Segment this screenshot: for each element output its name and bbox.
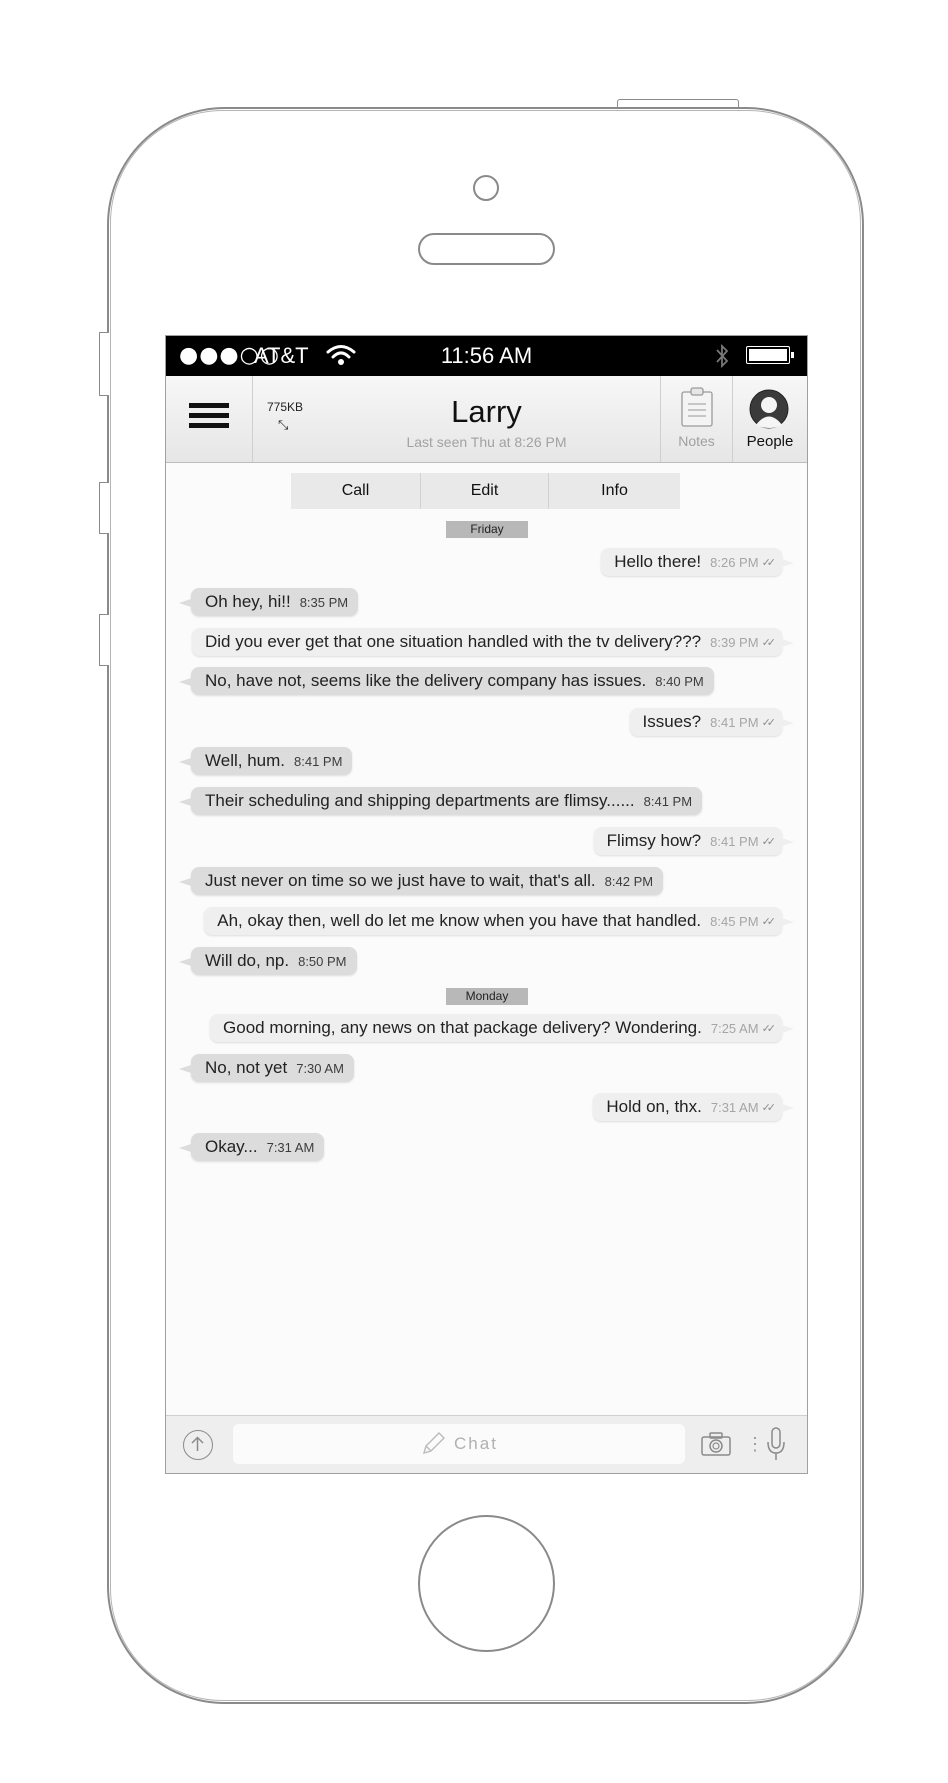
front-camera	[473, 175, 499, 201]
day-separator-friday: Friday	[446, 521, 528, 538]
read-receipt-icon: ✓✓	[761, 1021, 777, 1035]
incoming-message[interactable]: Will do, np. 8:50 PM	[179, 947, 357, 975]
message-text: Flimsy how?	[606, 831, 702, 850]
message-time: 7:25 AM	[710, 1020, 759, 1036]
incoming-message[interactable]: Oh hey, hi!! 8:35 PM	[178, 588, 359, 616]
volume-down-button	[99, 614, 109, 666]
message-time: 8:42 PM	[604, 873, 654, 889]
outgoing-message[interactable]: Issues? 8:41 PM ✓✓	[629, 708, 795, 736]
message-text: Their scheduling and shipping department…	[205, 791, 635, 810]
composer-separator: ⋮	[746, 1434, 764, 1454]
clipboard-icon	[681, 387, 713, 427]
mute-switch	[99, 332, 109, 396]
message-text: Oh hey, hi!!	[205, 592, 291, 611]
outgoing-message[interactable]: Ah, okay then, well do let me know when …	[204, 907, 794, 935]
status-time: 11:56 AM	[440, 343, 533, 368]
incoming-message[interactable]: Just never on time so we just have to wa…	[178, 867, 664, 895]
message-time: 8:41 PM	[294, 753, 343, 769]
incoming-message[interactable]: Okay... 7:31 AM	[178, 1133, 325, 1161]
message-text: Just never on time so we just have to wa…	[205, 871, 596, 890]
message-time: 7:30 AM	[296, 1060, 344, 1076]
message-time: 8:39 PM	[710, 634, 759, 650]
message-time: 8:41 PM	[710, 714, 759, 730]
message-text: Okay...	[205, 1137, 258, 1156]
people-button[interactable]: People	[732, 376, 807, 462]
message-text: No, have not, seems like the delivery co…	[205, 671, 647, 690]
chat-header: 775KB ⤡ Larry Last seen Thu at 8:26 PM N…	[166, 376, 807, 463]
incoming-message[interactable]: No, not yet 7:30 AM	[179, 1054, 354, 1082]
power-button	[617, 99, 739, 109]
chat-placeholder: Chat	[454, 1434, 498, 1453]
battery-icon	[746, 346, 794, 364]
read-receipt-icon: ✓✓	[761, 555, 777, 569]
read-receipt-icon: ✓✓	[761, 635, 777, 649]
microphone-icon[interactable]	[766, 1427, 786, 1461]
message-time: 8:40 PM	[655, 673, 704, 689]
message-text: Hello there!	[614, 552, 702, 571]
outgoing-message[interactable]: Good morning, any news on that package d…	[210, 1014, 794, 1042]
arrow-up-circle-icon[interactable]	[183, 1430, 213, 1460]
bluetooth-icon	[716, 343, 729, 369]
chat-input[interactable]: Chat	[233, 1424, 685, 1464]
message-text: Ah, okay then, well do let me know when …	[217, 911, 702, 930]
composer-bar: Chat ⋮	[166, 1415, 807, 1473]
notes-button[interactable]: Notes	[660, 376, 733, 462]
pencil-icon	[423, 1432, 446, 1455]
edit-button[interactable]: Edit	[421, 473, 549, 509]
camera-icon[interactable]	[701, 1432, 731, 1456]
message-text: Did you ever get that one situation hand…	[204, 632, 702, 651]
person-avatar-icon	[749, 389, 789, 429]
read-receipt-icon: ✓✓	[761, 914, 777, 928]
notes-label: Notes	[678, 433, 715, 449]
day-separator-monday: Monday	[446, 988, 528, 1005]
screen: ●●●○○ AT&T 11:56 AM 775KB ⤡ Larry Last s…	[165, 335, 808, 1474]
home-button[interactable]	[418, 1515, 555, 1652]
message-text: Hold on, thx.	[606, 1097, 702, 1116]
people-label: People	[746, 433, 794, 450]
outgoing-message[interactable]: Hello there! 8:26 PM ✓✓	[601, 548, 794, 576]
message-time: 8:35 PM	[299, 594, 349, 610]
volume-up-button	[99, 482, 109, 534]
battery-level	[749, 349, 787, 361]
call-button[interactable]: Call	[291, 473, 421, 509]
read-receipt-icon: ✓✓	[761, 715, 777, 729]
message-time: 8:41 PM	[643, 793, 693, 809]
message-time: 7:31 AM	[266, 1139, 315, 1155]
message-time: 8:50 PM	[298, 953, 347, 969]
outgoing-message[interactable]: Flimsy how? 8:41 PM ✓✓	[593, 827, 795, 855]
read-receipt-icon: ✓✓	[761, 834, 777, 848]
message-text: Well, hum.	[205, 751, 285, 770]
outgoing-message[interactable]: Did you ever get that one situation hand…	[191, 628, 795, 656]
outgoing-message[interactable]: Hold on, thx. 7:31 AM ✓✓	[593, 1093, 794, 1121]
message-text: Issues?	[642, 712, 702, 731]
message-text: No, not yet	[205, 1058, 288, 1077]
message-time: 7:31 AM	[710, 1099, 759, 1115]
message-time: 8:26 PM	[710, 554, 759, 570]
incoming-message[interactable]: Well, hum. 8:41 PM	[178, 747, 353, 775]
status-bar: ●●●○○ AT&T 11:56 AM	[166, 336, 807, 376]
incoming-message[interactable]: Their scheduling and shipping department…	[178, 787, 703, 815]
info-button[interactable]: Info	[549, 473, 680, 509]
contact-actions: Call Edit Info	[291, 473, 680, 509]
message-time: 8:45 PM	[710, 913, 759, 929]
read-receipt-icon: ✓✓	[761, 1100, 777, 1114]
message-time: 8:41 PM	[710, 833, 759, 849]
incoming-message[interactable]: No, have not, seems like the delivery co…	[179, 667, 714, 695]
earpiece-speaker	[418, 233, 555, 265]
message-text: Will do, np.	[205, 951, 290, 970]
message-text: Good morning, any news on that package d…	[223, 1018, 702, 1037]
